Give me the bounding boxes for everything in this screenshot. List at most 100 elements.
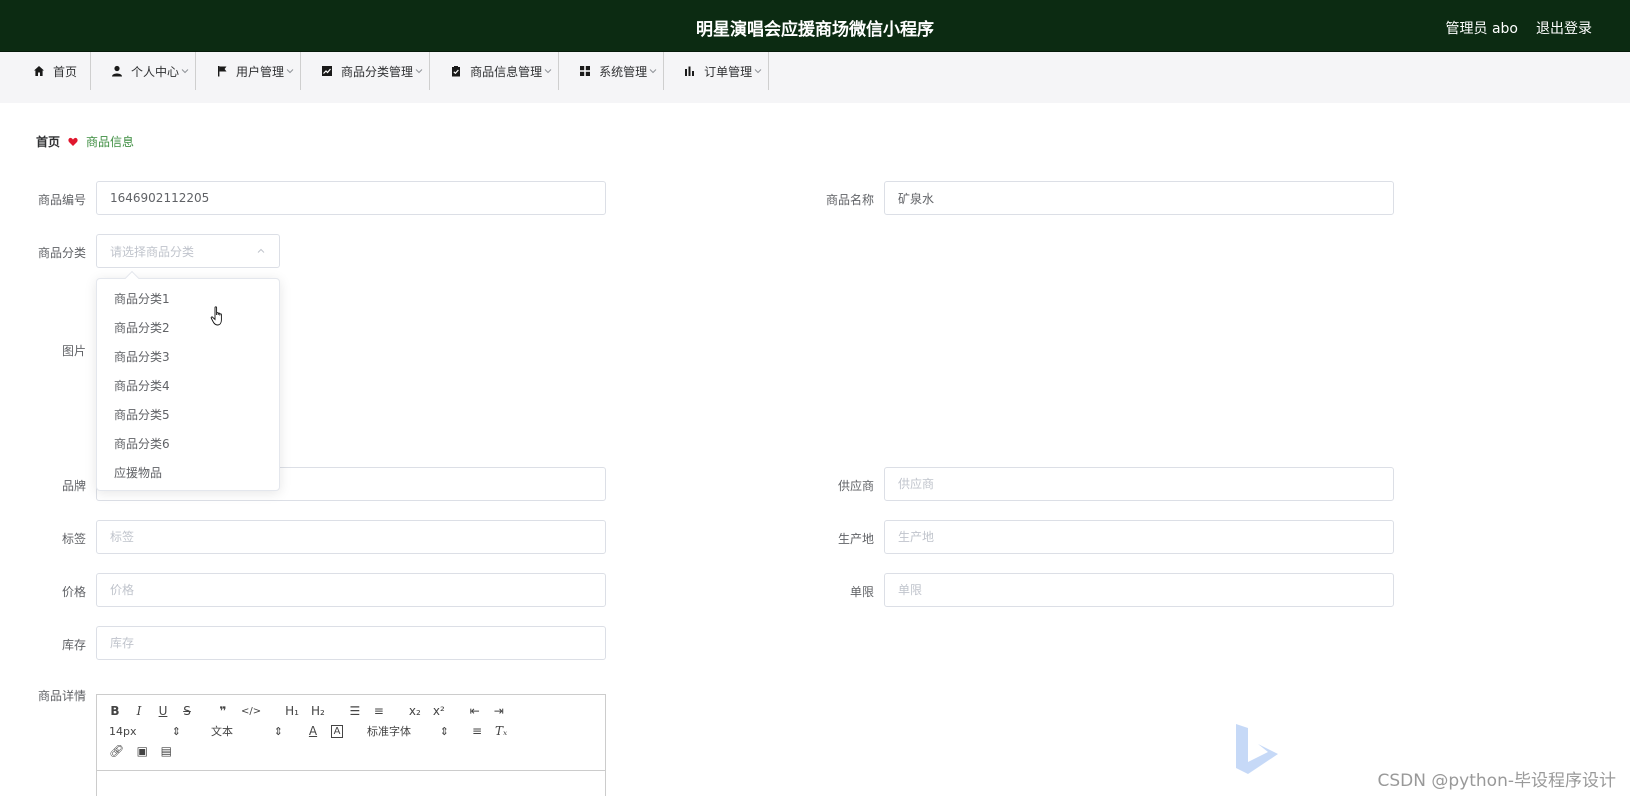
image-icon[interactable]: ▣ (136, 744, 148, 758)
flag-icon (218, 66, 227, 77)
font-family-value: 标准字体 (367, 725, 411, 738)
category-option[interactable]: 商品分类1 (97, 285, 279, 314)
nav-item-user-management[interactable]: 用户管理 (196, 52, 302, 90)
nav-item-category-management[interactable]: 商品分类管理 (301, 52, 431, 90)
clipboard-icon (452, 66, 461, 77)
category-label: 商品分类 (37, 246, 86, 260)
rich-text-editor: B I U S ❞ </> H₁ H₂ ☰ ≡ x₂ x² ⇤ ⇥ 14px ⇕ (96, 694, 606, 796)
blockquote-icon[interactable]: ❞ (217, 704, 229, 718)
tag-input[interactable] (96, 520, 606, 554)
font-color-icon[interactable]: A (307, 724, 319, 738)
logout-link[interactable]: 退出登录 (1536, 18, 1592, 38)
underline-icon[interactable]: U (157, 704, 169, 718)
strike-icon[interactable]: S (181, 704, 193, 718)
editor-toolbar: B I U S ❞ </> H₁ H₂ ☰ ≡ x₂ x² ⇤ ⇥ 14px ⇕ (97, 695, 605, 771)
superscript-icon[interactable]: x² (433, 704, 445, 718)
category-option[interactable]: 商品分类5 (97, 401, 279, 430)
chevron-down-icon (649, 69, 657, 74)
nav-label: 首页 (53, 64, 78, 79)
heart-icon (68, 137, 78, 146)
category-option[interactable]: 应援物品 (97, 459, 279, 488)
nav-label: 订单管理 (704, 64, 753, 79)
watermark-text: CSDN @python-毕设程序设计 (1377, 771, 1616, 791)
ordered-list-icon[interactable]: ☰ (349, 704, 361, 718)
bold-icon[interactable]: B (109, 704, 121, 718)
supplier-label: 供应商 (837, 479, 874, 493)
top-header: 明星演唱会应援商场微信小程序 管理员 abo 退出登录 (0, 0, 1630, 52)
link-icon[interactable]: 🔗︎ (109, 744, 124, 758)
text-type-select[interactable]: 文本 ⇕ (211, 723, 283, 739)
tag-label: 标签 (61, 532, 86, 546)
origin-input[interactable] (884, 520, 1394, 554)
font-size-value: 14px (109, 724, 137, 738)
background-color-icon[interactable]: A (331, 724, 343, 738)
nav-label: 系统管理 (599, 64, 648, 79)
price-label: 价格 (61, 585, 86, 599)
product-name-label: 商品名称 (825, 193, 874, 207)
watermark-logo-icon (1236, 724, 1278, 774)
home-icon (34, 66, 44, 76)
indent-icon[interactable]: ⇥ (493, 704, 505, 718)
top-nav: 首页 个人中心 用户管理 商品分类管理 商品信息管理 系统管理 订单管理 (0, 52, 1630, 103)
font-size-select[interactable]: 14px ⇕ (109, 725, 181, 738)
chevron-down-icon (286, 69, 294, 74)
hand-cursor-icon (210, 306, 222, 326)
outdent-icon[interactable]: ⇤ (469, 704, 481, 718)
select-arrows-icon: ⇕ (171, 724, 181, 738)
category-option[interactable]: 商品分类6 (97, 430, 279, 459)
nav-label: 商品分类管理 (341, 64, 414, 79)
app-title: 明星演唱会应援商场微信小程序 (696, 20, 934, 40)
admin-username: 管理员 abo (1445, 21, 1518, 37)
chevron-up-icon (257, 248, 265, 253)
bullet-list-icon[interactable]: ≡ (373, 704, 385, 718)
subscript-icon[interactable]: x₂ (409, 704, 421, 718)
header-1-icon[interactable]: H₁ (285, 704, 299, 718)
chevron-down-icon (544, 69, 552, 74)
nav-label: 用户管理 (236, 64, 285, 79)
product-code-input[interactable] (96, 181, 606, 215)
nav-item-order-management[interactable]: 订单管理 (664, 52, 770, 90)
price-input[interactable] (96, 573, 606, 607)
stock-input[interactable] (96, 626, 606, 660)
image-label: 图片 (61, 344, 86, 358)
nav-label: 个人中心 (131, 64, 180, 79)
align-icon[interactable]: ≡ (471, 724, 483, 738)
select-arrows-icon: ⇕ (273, 724, 283, 738)
grid-icon (580, 66, 591, 76)
nav-item-home[interactable]: 首页 (15, 52, 92, 90)
font-family-select[interactable]: 标准字体 ⇕ (367, 723, 449, 739)
category-dropdown: 商品分类1 商品分类2 商品分类3 商品分类4 商品分类5 商品分类6 应援物品 (96, 270, 280, 491)
product-name-input[interactable] (884, 181, 1394, 215)
category-option[interactable]: 商品分类3 (97, 343, 279, 372)
bar-chart-icon (685, 66, 695, 76)
category-option[interactable]: 商品分类4 (97, 372, 279, 401)
header-2-icon[interactable]: H₂ (311, 704, 325, 718)
nav-label: 商品信息管理 (470, 64, 543, 79)
chart-icon (322, 66, 333, 76)
stock-label: 库存 (61, 638, 86, 652)
category-select[interactable]: 请选择商品分类 (96, 234, 280, 268)
italic-icon[interactable]: I (133, 704, 145, 718)
clear-format-icon[interactable]: Tₓ (495, 724, 507, 738)
nav-item-product-info-management[interactable]: 商品信息管理 (430, 52, 560, 90)
nav-item-personal-center[interactable]: 个人中心 (91, 52, 197, 90)
limit-label: 单限 (849, 585, 874, 599)
breadcrumb-current: 商品信息 (86, 135, 135, 149)
chevron-down-icon (181, 69, 189, 74)
user-icon (112, 65, 123, 77)
select-arrows-icon: ⇕ (439, 724, 449, 738)
breadcrumb: 首页 商品信息 (36, 133, 134, 150)
chevron-down-icon (415, 69, 423, 74)
category-placeholder: 请选择商品分类 (110, 244, 195, 259)
nav-item-system-management[interactable]: 系统管理 (559, 52, 665, 90)
brand-label: 品牌 (61, 479, 86, 493)
text-type-value: 文本 (211, 725, 233, 738)
video-icon[interactable]: ▤ (160, 744, 172, 758)
breadcrumb-home[interactable]: 首页 (36, 133, 60, 150)
category-option[interactable]: 商品分类2 (97, 314, 279, 343)
origin-label: 生产地 (837, 532, 874, 546)
supplier-input[interactable] (884, 467, 1394, 501)
chevron-down-icon (754, 69, 762, 74)
code-block-icon[interactable]: </> (241, 706, 261, 717)
limit-input[interactable] (884, 573, 1394, 607)
